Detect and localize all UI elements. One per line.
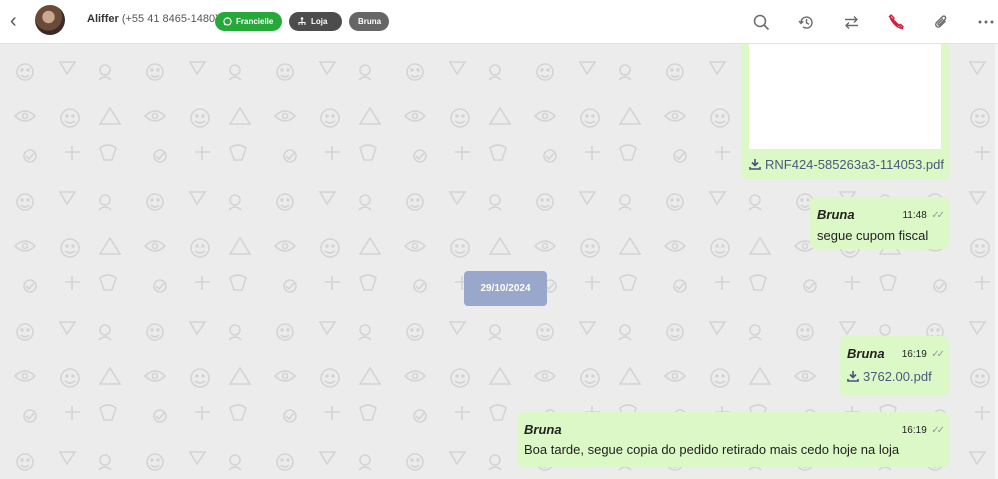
pdf-preview[interactable]	[749, 44, 941, 149]
tag-label: Bruna	[358, 17, 382, 26]
double-check-icon: ✓✓	[931, 425, 945, 436]
message-text: Boa tarde, segue copia do pedido retirad…	[524, 442, 900, 457]
message-time: 16:19	[901, 349, 927, 360]
tag-label: Loja	[311, 17, 328, 26]
sitemap-icon	[298, 17, 306, 25]
tag-label: Francielle	[236, 17, 274, 26]
tag-bruna[interactable]: Bruna	[349, 12, 389, 31]
back-button[interactable]: ‹	[10, 11, 26, 32]
search-icon[interactable]	[750, 11, 772, 33]
download-icon	[749, 159, 761, 170]
date-separator: 29/10/2024	[464, 271, 547, 306]
chat-area[interactable]: RNF424-585263a3-114053.pdf Bruna 11:48 ✓…	[0, 44, 998, 479]
tag-francielle[interactable]: Francielle	[215, 12, 282, 31]
contact-info: Aliffer (+55 41 8465-1480)	[87, 13, 219, 25]
message-sender: Bruna	[524, 421, 562, 437]
hangup-icon[interactable]	[885, 11, 907, 33]
message-bubble[interactable]: Bruna 16:19 ✓✓ Boa tarde, segue copia do…	[517, 412, 949, 467]
file-link[interactable]: 3762.00.pdf	[847, 368, 942, 386]
contact-name: Aliffer	[87, 13, 119, 25]
tag-loja[interactable]: Loja	[289, 12, 342, 31]
message-bubble[interactable]: Bruna 11:48 ✓✓ segue cupom fiscal	[810, 197, 949, 249]
message-sender: Bruna	[847, 345, 885, 361]
file-link[interactable]: RNF424-585263a3-114053.pdf	[749, 156, 945, 174]
download-icon	[847, 371, 859, 382]
avatar[interactable]	[35, 5, 65, 35]
chat-header: ‹ Aliffer (+55 41 8465-1480) Francielle …	[0, 0, 998, 44]
message-text: segue cupom fiscal	[817, 228, 929, 243]
more-icon[interactable]	[975, 11, 997, 33]
whatsapp-icon	[223, 17, 232, 26]
message-time: 11:48	[902, 210, 927, 221]
file-name: RNF424-585263a3-114053.pdf	[765, 157, 945, 172]
message-time: 16:19	[901, 425, 927, 436]
history-icon[interactable]	[795, 11, 817, 33]
chat-window: ‹ Aliffer (+55 41 8465-1480) Francielle …	[0, 0, 998, 479]
double-check-icon: ✓✓	[931, 349, 945, 360]
file-name: 3762.00.pdf	[863, 369, 932, 384]
message-sender: Bruna	[817, 206, 855, 222]
contact-phone: (+55 41 8465-1480)	[121, 13, 219, 25]
transfer-icon[interactable]	[840, 11, 862, 33]
message-bubble[interactable]: Bruna 16:19 ✓✓ 3762.00.pdf	[840, 336, 949, 396]
message-bubble[interactable]: RNF424-585263a3-114053.pdf	[742, 44, 949, 180]
double-check-icon: ✓✓	[931, 210, 945, 221]
attachment-icon[interactable]	[930, 11, 952, 33]
